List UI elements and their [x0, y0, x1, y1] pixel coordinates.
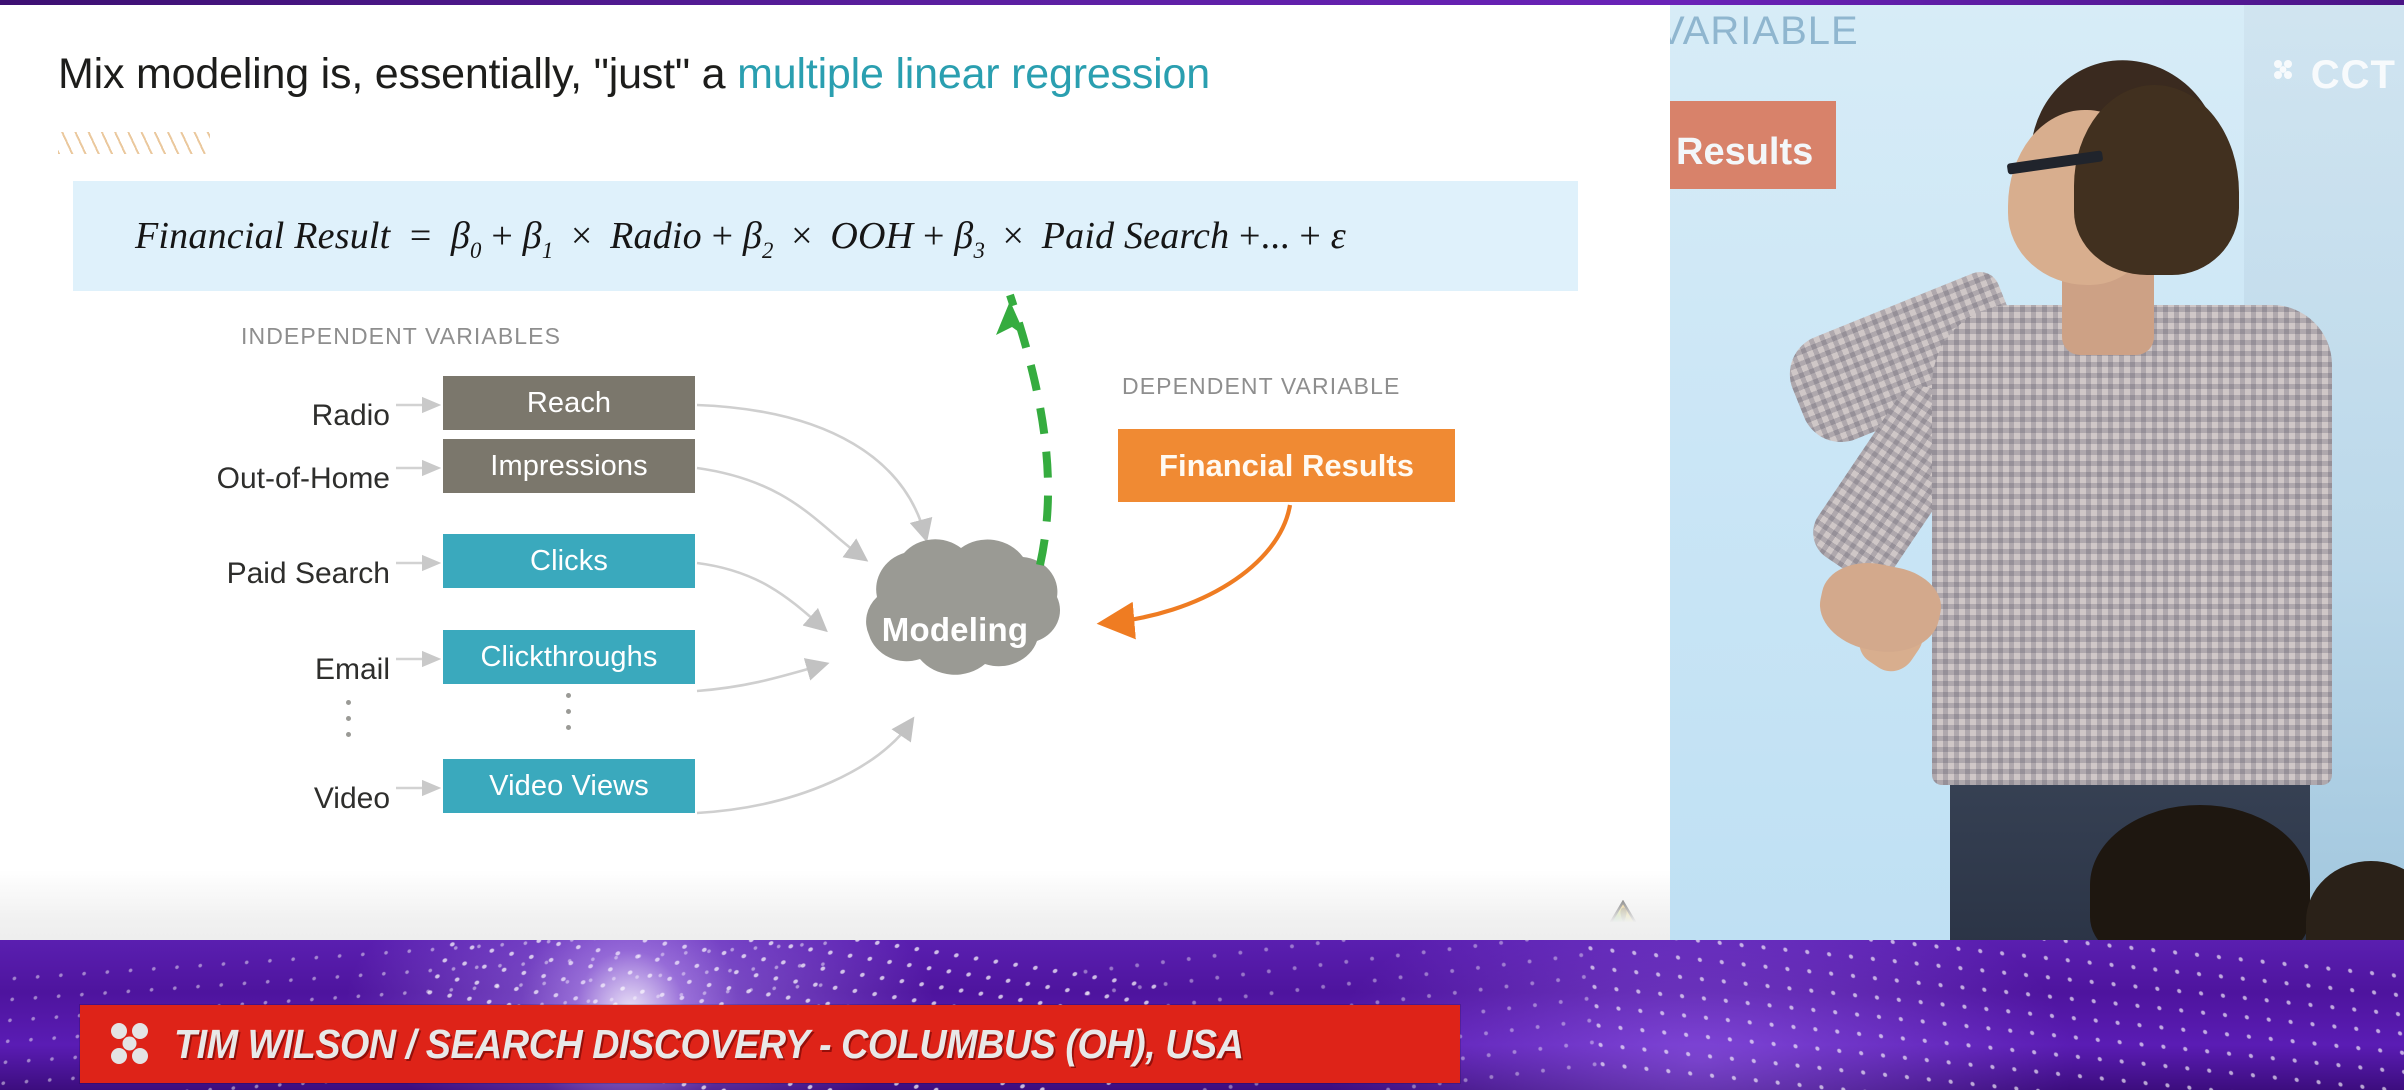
vertical-ellipsis-left [346, 700, 351, 737]
metric-box-video-views[interactable]: Video Views [443, 759, 695, 813]
speaker-name-text: TIM WILSON / SEARCH DISCOVERY - COLUMBUS… [174, 1020, 1244, 1067]
cct-logo-text: CCT [2310, 53, 2396, 97]
speaker-name-plate: TIM WILSON / SEARCH DISCOVERY - COLUMBUS… [80, 1005, 1460, 1083]
channel-label-row: Video [130, 782, 390, 816]
channel-label-row: Email [130, 653, 390, 687]
cct-flower-icon [2274, 60, 2292, 79]
formula-lhs: Financial Result [135, 215, 391, 257]
prism-triangle-icon [1606, 900, 1640, 930]
slide-title-plain: Mix modeling is, essentially, "just" a [58, 50, 738, 98]
channel-label-video: Video [313, 782, 390, 815]
channel-label-row: Out-of-Home [130, 462, 390, 496]
metric-box-reach[interactable]: Reach [443, 376, 695, 430]
label-to-box-arrows [396, 396, 442, 797]
green-dashed-arrow-head [996, 301, 1026, 337]
dependent-variable-caption: DEPENDENT VARIABLE [1122, 373, 1401, 399]
metric-box-clickthroughs[interactable]: Clickthroughs [443, 630, 695, 684]
presentation-slide: Mix modeling is, essentially, "just" a m… [0, 5, 1670, 940]
slide-title: Mix modeling is, essentially, "just" a m… [58, 50, 1210, 99]
presenter-shirt [1932, 305, 2332, 785]
channel-label-email: Email [314, 653, 390, 686]
financial-results-box[interactable]: Financial Results [1118, 429, 1455, 502]
metric-box-clicks[interactable]: Clicks [443, 534, 695, 588]
vertical-ellipsis-center [566, 693, 571, 730]
formula-box: Financial Result = β0 + β1 × Radio + β2 … [73, 181, 1578, 291]
live-video-feed: VARIABLE Results CCT [1670, 5, 2404, 940]
regression-formula: Financial Result = β0 + β1 × Radio + β2 … [135, 215, 1346, 264]
channel-label-row: Radio [130, 399, 390, 433]
projected-variable-text: VARIABLE [1670, 9, 1859, 53]
channel-label-out-of-home: Out-of-Home [216, 462, 390, 495]
led-dot-grid-d [1572, 940, 2404, 1090]
flower-dots-icon [111, 1023, 148, 1064]
title-hatch-decoration [58, 132, 210, 154]
screenshot-stage: Mix modeling is, essentially, "just" a m… [0, 0, 2404, 1090]
cloud-label-wrap: Modeling [820, 545, 1090, 715]
green-dashed-arrow-line [1006, 293, 1053, 566]
channel-label-row: Paid Search [130, 557, 390, 591]
independent-variables-caption: INDEPENDENT VARIABLES [241, 323, 562, 349]
projected-results-text: Results [1676, 131, 1814, 173]
orange-feedback-arrow [1096, 504, 1293, 640]
metric-box-impressions[interactable]: Impressions [443, 439, 695, 493]
channel-label-paid-search: Paid Search [226, 557, 390, 590]
slide-title-accent: multiple linear regression [737, 50, 1210, 98]
channel-label-radio: Radio [311, 399, 390, 432]
cloud-label: Modeling [881, 611, 1029, 648]
